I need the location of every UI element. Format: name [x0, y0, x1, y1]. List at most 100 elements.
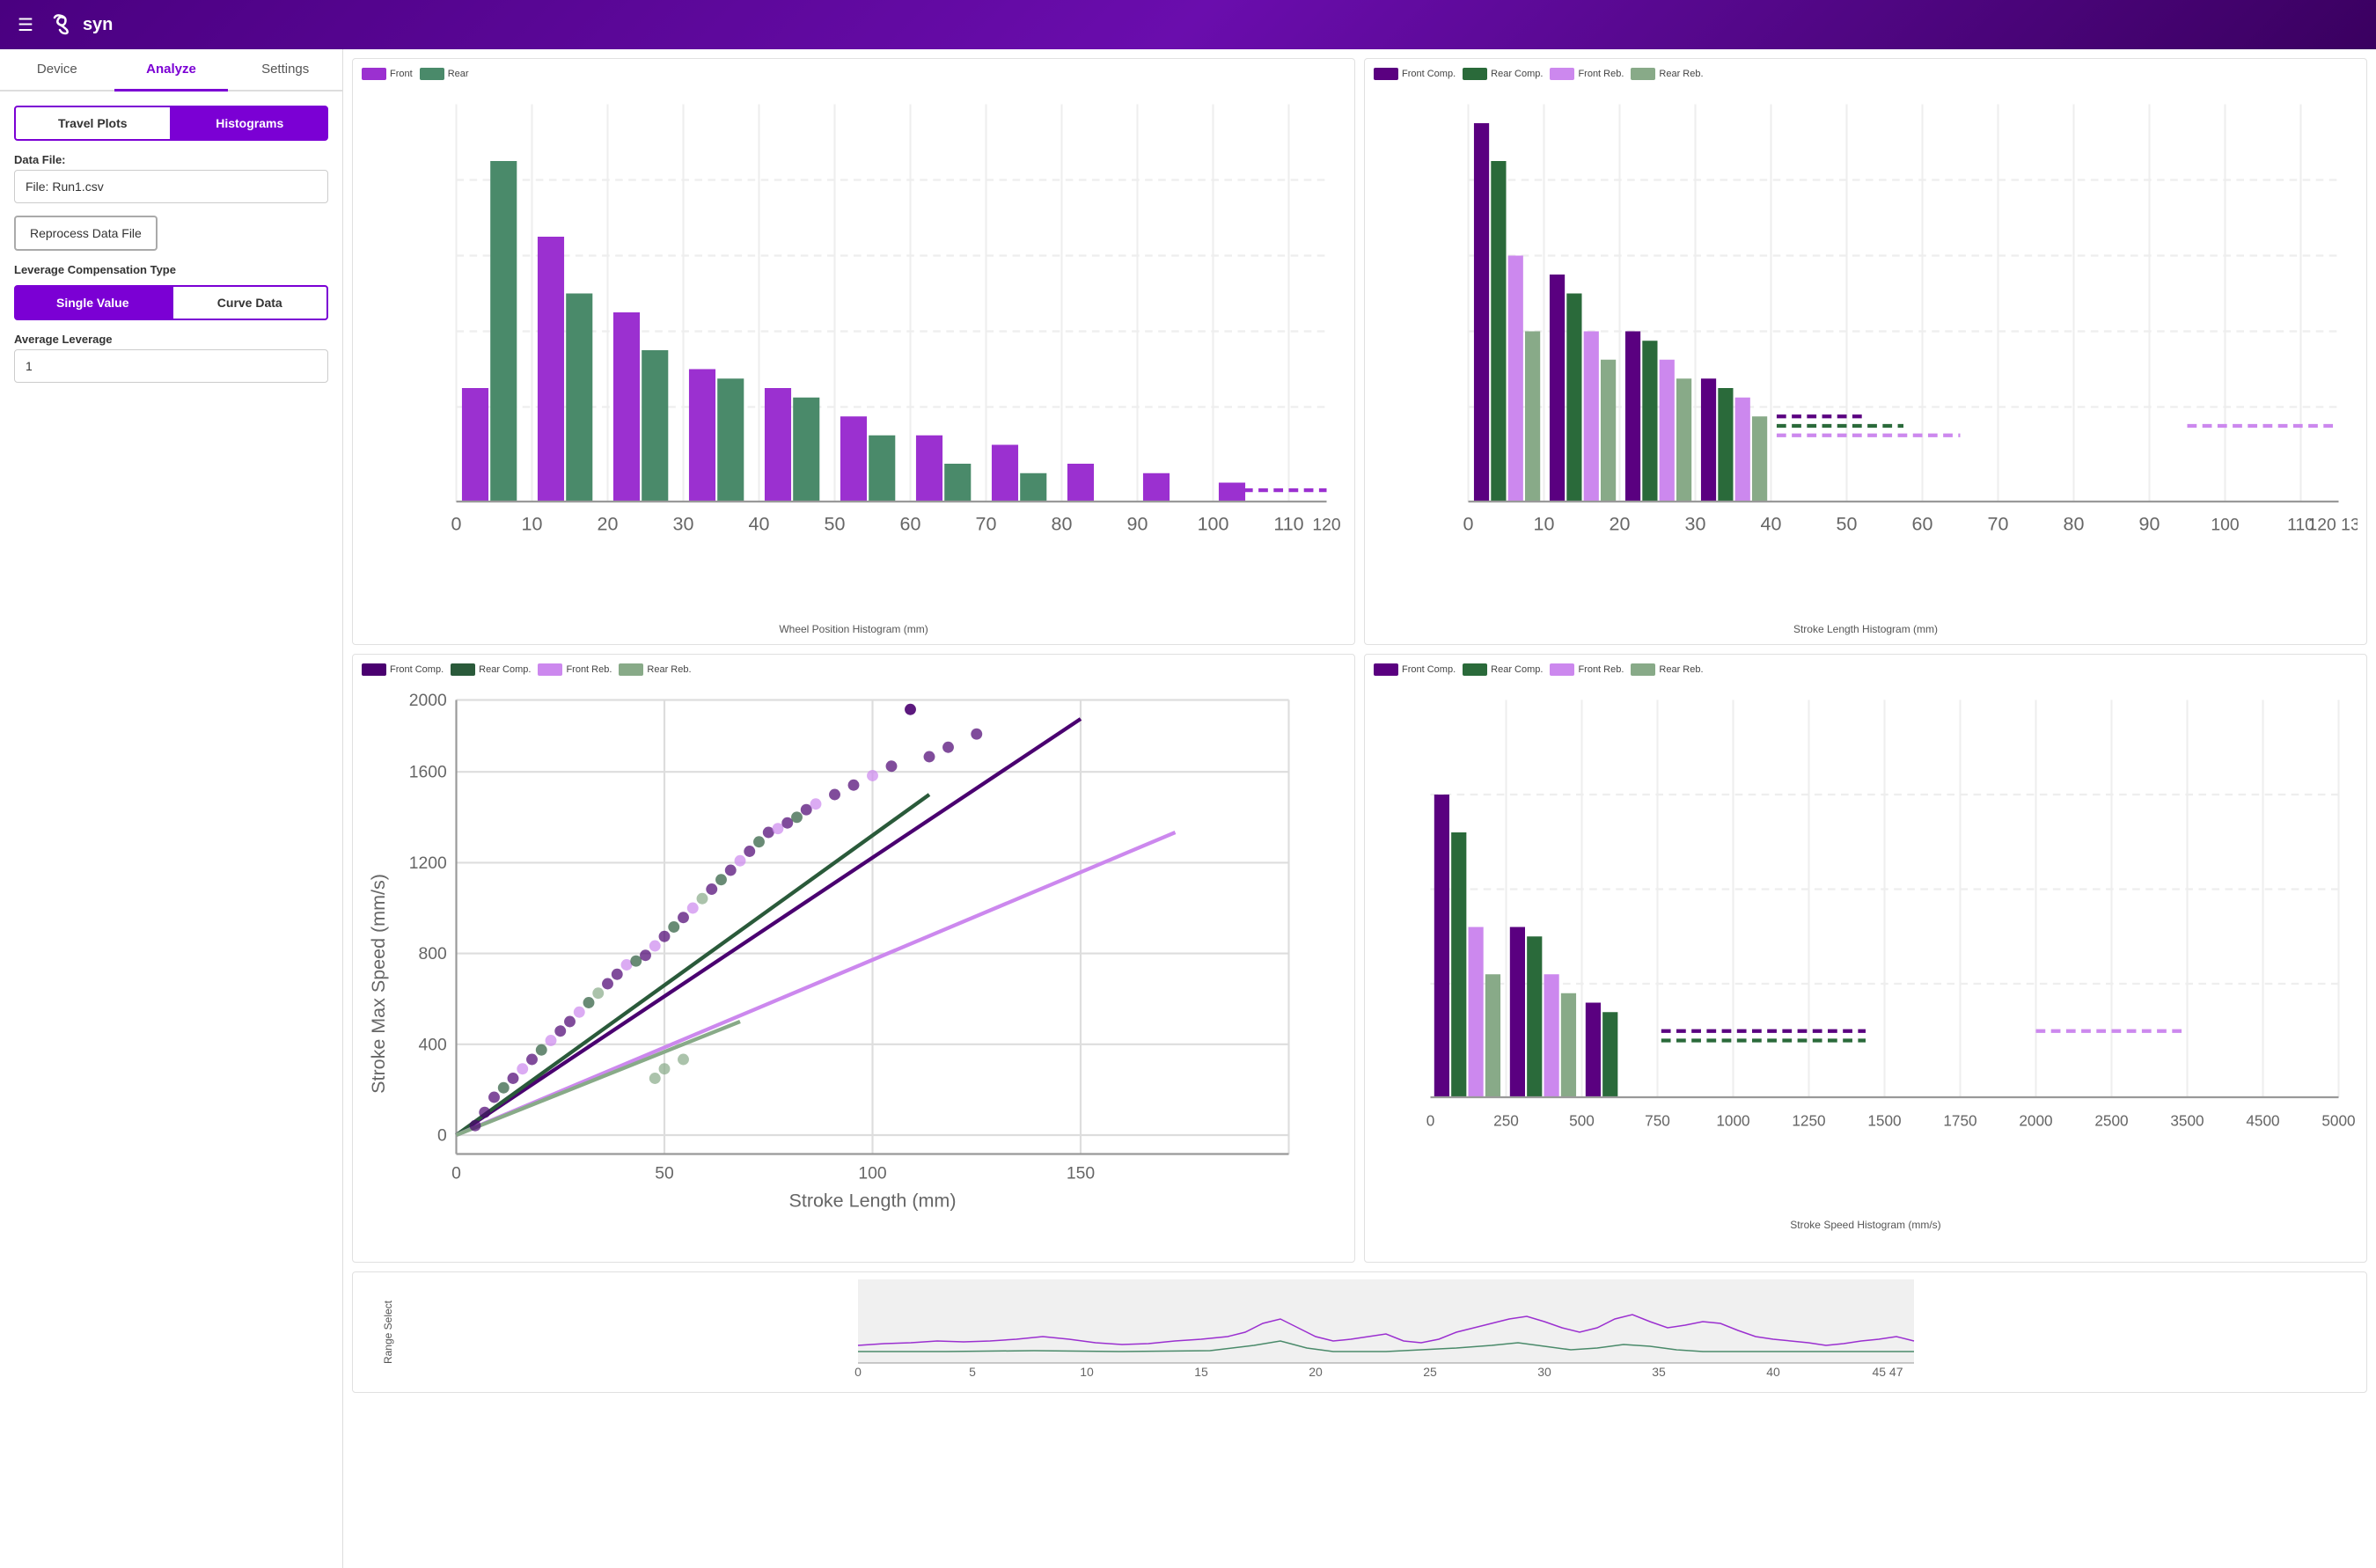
range-select-svg: 0 5 10 15 20 25 30 35 40 45 47 [414, 1279, 2358, 1385]
logo: syn [48, 11, 113, 39]
svg-text:400: 400 [418, 1035, 446, 1054]
stroke-length-hist-area: 0 10 20 30 40 50 60 70 80 90 100 110 120… [1374, 85, 2358, 619]
menu-icon[interactable]: ☰ [18, 14, 33, 36]
svg-text:60: 60 [1912, 513, 1933, 534]
data-file-input[interactable] [14, 170, 328, 203]
legend-rc2: Rear Comp. [451, 663, 531, 676]
svg-text:0: 0 [1426, 1111, 1435, 1129]
legend-rear: Rear [420, 68, 469, 80]
legend-fr3-color [1550, 663, 1574, 676]
legend-fc3-color [1374, 663, 1398, 676]
logo-icon [48, 11, 76, 39]
svg-text:1000: 1000 [1716, 1111, 1749, 1129]
svg-text:Stroke Max Speed (mm/s): Stroke Max Speed (mm/s) [368, 874, 389, 1094]
bar [1143, 473, 1170, 502]
legend-rc-label: Rear Comp. [1491, 69, 1543, 79]
svg-text:90: 90 [1127, 513, 1148, 534]
bar [1735, 398, 1750, 502]
stroke-scatter-legend: Front Comp. Rear Comp. Front Reb. Rear R… [362, 663, 1346, 676]
bar [717, 378, 744, 502]
svg-text:50: 50 [655, 1163, 674, 1183]
bar [944, 464, 971, 502]
svg-text:110: 110 [1273, 513, 1303, 534]
legend-front-color [362, 68, 386, 80]
main-layout: Device Analyze Settings Travel Plots His… [0, 49, 2376, 1568]
bar [1601, 360, 1616, 502]
reprocess-button[interactable]: Reprocess Data File [14, 216, 158, 251]
average-leverage-input[interactable] [14, 349, 328, 383]
legend-rr3-color [1631, 663, 1655, 676]
legend-fr2: Front Reb. [538, 663, 612, 676]
svg-text:50: 50 [1837, 513, 1858, 534]
tab-analyze[interactable]: Analyze [114, 49, 229, 92]
svg-text:80: 80 [2064, 513, 2085, 534]
svg-text:40: 40 [1761, 513, 1782, 534]
bar [1566, 294, 1581, 502]
legend-fc2-label: Front Comp. [390, 664, 444, 675]
svg-text:2000: 2000 [409, 691, 447, 710]
legend-rr-label: Rear Reb. [1659, 69, 1703, 79]
bar [793, 398, 819, 502]
wheel-position-chart-area: 0 10 20 30 40 50 60 70 80 90 100 110 120 [362, 85, 1346, 619]
legend-rear-comp: Rear Comp. [1463, 68, 1543, 80]
svg-text:150: 150 [1067, 1163, 1095, 1183]
stroke-length-hist-legend: Front Comp. Rear Comp. Front Reb. Rear R… [1374, 68, 2358, 80]
svg-text:1500: 1500 [1867, 1111, 1901, 1129]
legend-rear-label: Rear [448, 69, 469, 79]
bar [916, 436, 942, 502]
sidebar-body: Travel Plots Histograms Data File: Repro… [0, 92, 342, 397]
bar [613, 312, 640, 502]
svg-text:90: 90 [2139, 513, 2160, 534]
legend-rear-reb: Rear Reb. [1631, 68, 1703, 80]
svg-text:40: 40 [749, 513, 770, 534]
legend-rc2-color [451, 663, 475, 676]
legend-rr3-label: Rear Reb. [1659, 664, 1703, 675]
single-value-button[interactable]: Single Value [14, 285, 172, 320]
average-leverage-group: Average Leverage [14, 333, 328, 383]
leverage-type-label: Leverage Compensation Type [14, 263, 328, 276]
legend-fc-label: Front Comp. [1402, 69, 1456, 79]
svg-text:1600: 1600 [409, 763, 447, 782]
legend-front-label: Front [390, 69, 413, 79]
bar [1474, 123, 1489, 502]
bar [869, 436, 895, 502]
bar [1469, 927, 1484, 1098]
svg-text:0: 0 [1463, 513, 1474, 534]
svg-text:10: 10 [1080, 1365, 1094, 1379]
travel-plots-button[interactable]: Travel Plots [14, 106, 172, 141]
bar [642, 350, 668, 502]
bar [1625, 332, 1640, 502]
legend-fr2-color [538, 663, 562, 676]
bar [1752, 416, 1767, 502]
bar [1434, 795, 1449, 1097]
bar [1701, 378, 1716, 502]
bar [689, 370, 715, 502]
tab-settings[interactable]: Settings [228, 49, 342, 92]
legend-rc3: Rear Comp. [1463, 663, 1543, 676]
bar [1561, 993, 1576, 1097]
svg-text:10: 10 [522, 513, 543, 534]
bar [1510, 927, 1525, 1098]
histograms-button[interactable]: Histograms [172, 106, 329, 141]
legend-rr2-color [619, 663, 643, 676]
svg-text:30: 30 [673, 513, 694, 534]
svg-text:100: 100 [2211, 515, 2239, 534]
bar [462, 388, 488, 502]
stroke-length-hist-chart: Front Comp. Rear Comp. Front Reb. Rear R… [1364, 58, 2367, 645]
svg-text:20: 20 [598, 513, 619, 534]
svg-text:0: 0 [451, 513, 462, 534]
svg-text:70: 70 [1988, 513, 2009, 534]
stroke-length-hist-title: Stroke Length Histogram (mm) [1374, 623, 2358, 635]
curve-data-button[interactable]: Curve Data [172, 285, 329, 320]
tab-device[interactable]: Device [0, 49, 114, 92]
svg-text:Stroke Length (mm): Stroke Length (mm) [789, 1191, 957, 1212]
legend-fr-color [1550, 68, 1574, 80]
legend-rr2-label: Rear Reb. [647, 664, 691, 675]
data-file-label: Data File: [14, 153, 328, 166]
svg-text:100: 100 [1198, 513, 1229, 534]
bar [1602, 1012, 1617, 1097]
bar [1584, 332, 1599, 502]
legend-rr-color [1631, 68, 1655, 80]
wheel-position-title: Wheel Position Histogram (mm) [362, 623, 1346, 635]
bar [1642, 341, 1657, 502]
